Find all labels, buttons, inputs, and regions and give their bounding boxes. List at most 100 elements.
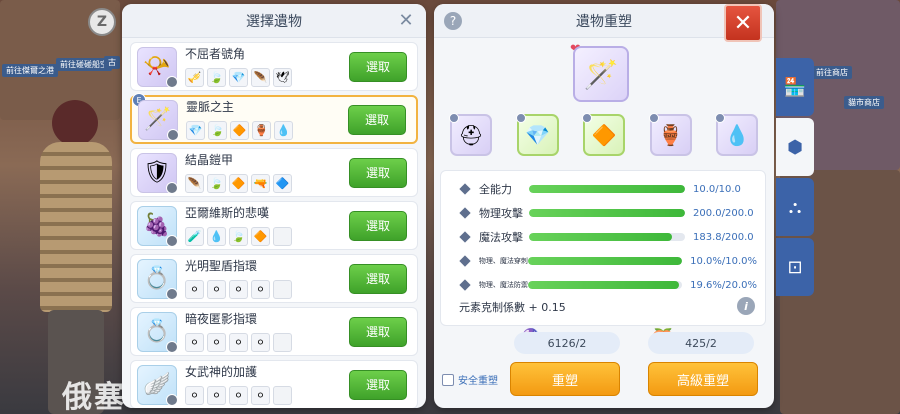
main-relic-icon[interactable]: 🪄 xyxy=(573,46,629,102)
bg-bottom-text: 俄塞 xyxy=(62,380,126,414)
relic-info: 暗夜匿影指環 ⚪ ⚪ ⚪ ⚪ xyxy=(185,312,349,352)
material-icon: 🔶 xyxy=(251,226,270,246)
diamond-icon xyxy=(459,279,471,291)
material-icon: 💧 xyxy=(207,226,226,246)
select-relic-panel: 選擇遺物 ✕ 📯 不屈者號角 🎺 🍃 💎 🪶 🕊 選取 E 🪄 靈脈之主 💎 🍃 🔶 🏺 💧 選… xyxy=(122,4,426,408)
material-icon: ⚪ xyxy=(185,279,204,299)
material-icon: ⚪ xyxy=(185,332,204,352)
tab-shop-icon[interactable]: 🏪 xyxy=(776,58,814,116)
relic-name: 光明聖盾指環 xyxy=(185,258,258,273)
stat-label: 物理、魔法防禦 xyxy=(478,281,528,289)
stat-label: 魔法攻擊 xyxy=(479,231,523,244)
reforge-slot[interactable]: 💎 xyxy=(515,113,559,156)
material-icon: 🔷 xyxy=(273,173,292,193)
reforge-header: ? 遺物重塑 xyxy=(434,4,774,38)
lock-icon xyxy=(166,287,178,300)
material-row: 🧪 💧 🍃 🔶 xyxy=(185,226,349,246)
bg-sign: 古 xyxy=(104,56,120,69)
select-button[interactable]: 選取 xyxy=(349,210,407,241)
lock-icon xyxy=(166,234,178,247)
material-icon: 🪶 xyxy=(251,67,270,87)
select-button[interactable]: 選取 xyxy=(349,157,407,188)
slot-tag-icon xyxy=(715,113,725,123)
relic-row[interactable]: 💍 暗夜匿影指環 ⚪ ⚪ ⚪ ⚪ 選取 xyxy=(130,307,418,356)
tab-scan-icon[interactable]: ⊡ xyxy=(776,238,814,296)
material-row: ⚪ ⚪ ⚪ ⚪ xyxy=(185,332,349,352)
relic-row[interactable]: E 🪄 靈脈之主 💎 🍃 🔶 🏺 💧 選取 xyxy=(130,93,418,144)
stat-value: 183.8/200.0 xyxy=(693,231,754,243)
material-icon: ⚪ xyxy=(251,279,270,299)
material-row: 🎺 🍃 💎 🪶 🕊 xyxy=(185,67,349,87)
select-button[interactable]: 選取 xyxy=(349,369,407,400)
tab-link-icon[interactable]: ⛬ xyxy=(776,178,814,236)
close-window-icon[interactable]: ✕ xyxy=(724,4,762,42)
material-icon: 🎺 xyxy=(185,67,204,87)
diamond-icon xyxy=(459,255,471,267)
material-icon: 🧪 xyxy=(185,226,204,246)
material-icon: ⚪ xyxy=(229,332,248,352)
material-icon: 💧 xyxy=(274,120,293,140)
material-slots: ⛑ 💎 🔶 🏺 💧 xyxy=(449,113,758,156)
relic-icon: 💍 xyxy=(137,311,178,353)
empty-material-slot xyxy=(273,226,292,246)
material-icon: 🍃 xyxy=(208,120,227,140)
slot-tag-icon xyxy=(449,113,459,123)
select-button[interactable]: 選取 xyxy=(348,104,406,135)
select-button[interactable]: 選取 xyxy=(349,263,407,294)
material-icon: ⚪ xyxy=(207,332,226,352)
reforge-slot[interactable]: 🔶 xyxy=(582,113,625,156)
relic-name: 靈脈之主 xyxy=(186,99,235,114)
material-row: 💎 🍃 🔶 🏺 💧 xyxy=(186,120,348,140)
select-relic-header: 選擇遺物 ✕ xyxy=(122,4,426,38)
empty-material-slot xyxy=(273,385,292,405)
reforge-slot[interactable]: 💧 xyxy=(715,113,758,156)
lock-icon xyxy=(167,128,179,141)
relic-name: 不屈者號角 xyxy=(185,46,246,61)
reforge-button[interactable]: 重塑 xyxy=(510,362,620,396)
reforge-slot[interactable]: 🏺 xyxy=(648,113,692,156)
empty-material-slot xyxy=(273,332,292,352)
safe-reforge-toggle[interactable]: 安全重塑 xyxy=(442,372,498,387)
relic-reforge-panel: ? 遺物重塑 ❤ 🪄 ⛑💎🔶🏺💧 全能力 10.0/10.0 物理攻擊 200.… xyxy=(434,4,774,408)
safe-reforge-checkbox[interactable] xyxy=(442,373,454,386)
relic-row[interactable]: 💍 光明聖盾指環 ⚪ ⚪ ⚪ ⚪ 選取 xyxy=(130,254,418,303)
stat-bar xyxy=(529,185,685,193)
help-icon[interactable]: ? xyxy=(444,12,462,30)
material-icon: ⚪ xyxy=(251,385,270,405)
relic-info: 光明聖盾指環 ⚪ ⚪ ⚪ ⚪ xyxy=(185,259,349,299)
material-icon: 🍃 xyxy=(229,226,248,246)
relic-info: 不屈者號角 🎺 🍃 💎 🪶 🕊 xyxy=(185,47,349,87)
material-icon: 🕊 xyxy=(273,67,292,87)
z-badge-icon[interactable]: Z xyxy=(88,8,116,36)
relic-row[interactable]: 🍇 亞爾維斯的悲嘆 🧪 💧 🍃 🔶 選取 xyxy=(130,201,418,250)
select-button[interactable]: 選取 xyxy=(349,316,407,347)
relic-row[interactable]: 🪽 女武神的加護 ⚪ ⚪ ⚪ ⚪ 選取 xyxy=(130,360,418,408)
side-tabs: 🏪 ⬢ ⛬ ⊡ xyxy=(776,58,814,298)
material-icon: 🏺 xyxy=(252,120,271,140)
material-icon: 🍃 xyxy=(207,173,226,193)
lock-icon xyxy=(166,75,178,88)
stat-row: 物理、魔法防禦 19.6%/20.0% xyxy=(449,273,757,297)
bg-sign: 前往商店 xyxy=(812,66,852,79)
stat-label: 全能力 xyxy=(479,183,512,196)
relic-row[interactable]: 🛡 結晶鎧甲 🪶 🍃 🔶 🔫 🔷 選取 xyxy=(130,148,418,197)
material-row: 🪶 🍃 🔶 🔫 🔷 xyxy=(185,173,349,193)
info-icon[interactable]: i xyxy=(737,297,755,315)
lock-icon xyxy=(166,181,178,194)
relic-list: 📯 不屈者號角 🎺 🍃 💎 🪶 🕊 選取 E 🪄 靈脈之主 💎 🍃 🔶 🏺 💧 選取 🛡 結晶鎧… xyxy=(122,38,426,408)
advanced-reforge-button[interactable]: 高級重塑 xyxy=(648,362,758,396)
stat-row: 物理、魔法穿刺 10.0%/10.0% xyxy=(449,249,757,273)
stat-bar xyxy=(528,281,683,289)
close-icon[interactable]: ✕ xyxy=(396,10,416,31)
slot-tag-icon xyxy=(515,113,526,123)
lock-icon xyxy=(166,393,178,406)
relic-row[interactable]: 📯 不屈者號角 🎺 🍃 💎 🪶 🕊 選取 xyxy=(130,42,418,91)
select-button[interactable]: 選取 xyxy=(349,51,407,82)
relic-name: 女武神的加護 xyxy=(185,364,258,379)
tab-relic-icon[interactable]: ⬢ xyxy=(776,118,814,176)
relic-name: 亞爾維斯的悲嘆 xyxy=(185,205,270,220)
relic-icon: 🪽 xyxy=(137,364,178,406)
panel-title: 遺物重塑 xyxy=(576,13,632,30)
reforge-slot[interactable]: ⛑ xyxy=(449,113,492,156)
relic-info: 靈脈之主 💎 🍃 🔶 🏺 💧 xyxy=(186,100,348,140)
